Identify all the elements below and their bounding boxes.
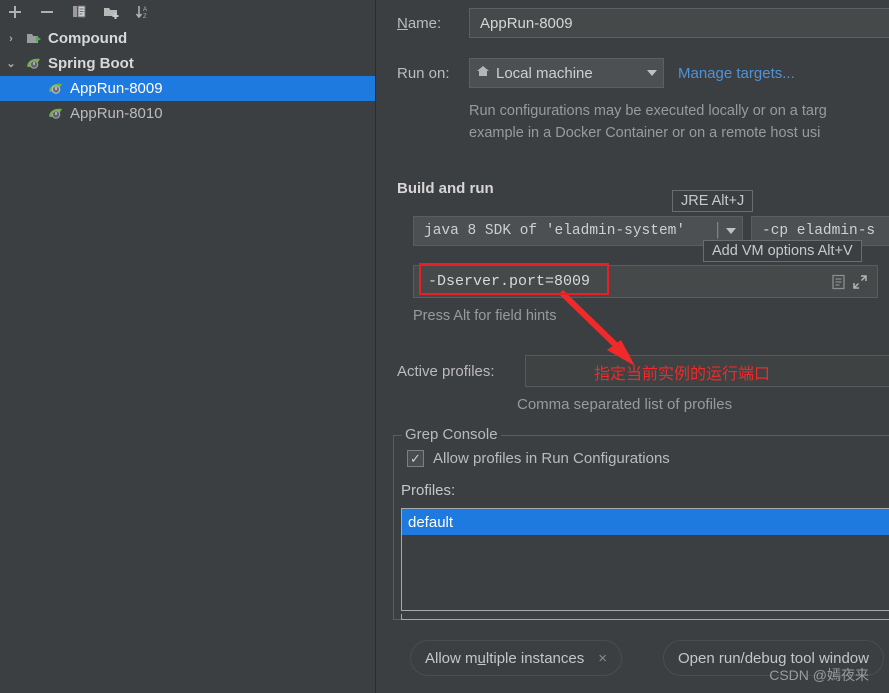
- close-icon[interactable]: ×: [598, 650, 607, 667]
- tooltip-jre: JRE Alt+J: [672, 190, 754, 212]
- home-icon: [476, 64, 490, 82]
- macro-list-icon[interactable]: [827, 271, 849, 293]
- build-and-run-heading: Build and run: [397, 180, 494, 197]
- spring-boot-run-icon: [44, 80, 70, 97]
- configurations-tree[interactable]: › Compound ⌄ Spring Boot AppRun-8009 App…: [0, 24, 375, 126]
- annotation-note-text: 指定当前实例的运行端口: [594, 366, 771, 383]
- tree-item-label: Compound: [48, 30, 128, 47]
- grep-profiles-list[interactable]: default: [401, 508, 889, 611]
- allow-multiple-instances-chip[interactable]: Allow multiple instances ×: [410, 640, 623, 676]
- open-tool-window-label: Open run/debug tool window: [678, 649, 869, 667]
- svg-text:Z: Z: [143, 14, 147, 20]
- target-description-line-1: Run configurations may be executed local…: [469, 103, 827, 119]
- tree-item-spring-boot[interactable]: ⌄ Spring Boot: [0, 51, 375, 76]
- active-profiles-hint: Comma separated list of profiles: [517, 396, 733, 413]
- expand-icon[interactable]: [849, 271, 871, 293]
- svg-text:A: A: [143, 7, 147, 13]
- compound-folder-icon: [22, 31, 48, 47]
- active-profiles-label: Active profiles:: [397, 362, 495, 380]
- grep-console-legend: Grep Console: [402, 426, 501, 443]
- tree-item-apprun-8010[interactable]: AppRun-8010: [0, 101, 375, 126]
- allow-multiple-instances-label: Allow multiple instances: [425, 650, 584, 667]
- run-target-value: Local machine: [496, 64, 593, 82]
- folder-add-icon[interactable]: [102, 3, 120, 21]
- chip-suffix: ltiple instances: [485, 649, 585, 667]
- chevron-down-icon[interactable]: [726, 228, 736, 234]
- name-input[interactable]: [469, 8, 889, 38]
- list-item[interactable]: default: [402, 509, 889, 535]
- list-item-label: default: [408, 513, 454, 531]
- panel-divider[interactable]: [375, 0, 385, 693]
- target-description-line-2: example in a Docker Container or on a re…: [469, 125, 821, 141]
- chip-prefix: Allow m: [425, 649, 478, 667]
- name-label: Name:: [397, 15, 469, 32]
- csdn-watermark: CSDN @嫣夜来: [769, 667, 869, 683]
- run-on-row: Run on: Local machine Manage targets...: [397, 58, 795, 88]
- alt-field-hint: Press Alt for field hints: [413, 308, 557, 324]
- run-debug-configurations-dialog: A Z › Compound ⌄ Spring Boot AppRun-8009…: [0, 0, 889, 693]
- allow-profiles-checkbox[interactable]: ✓: [407, 450, 424, 467]
- tree-item-apprun-8009[interactable]: AppRun-8009: [0, 76, 375, 101]
- target-description: Run configurations may be executed local…: [469, 100, 889, 144]
- tree-item-label: AppRun-8009: [70, 80, 163, 97]
- allow-profiles-label: Allow profiles in Run Configurations: [433, 450, 670, 467]
- manage-targets-link[interactable]: Manage targets...: [678, 65, 795, 82]
- name-label-rest: ame:: [407, 14, 442, 32]
- plus-icon[interactable]: [6, 3, 24, 21]
- jre-value: java 8 SDK of 'eladmin-system': [424, 223, 686, 239]
- jre-dropdown[interactable]: java 8 SDK of 'eladmin-system' │: [413, 216, 743, 246]
- run-target-dropdown[interactable]: Local machine: [469, 58, 664, 88]
- sidebar-toolbar: A Z: [0, 0, 375, 24]
- grep-profiles-label: Profiles:: [401, 482, 456, 499]
- chevron-down-icon[interactable]: ⌄: [0, 57, 22, 70]
- allow-profiles-checkbox-row[interactable]: ✓ Allow profiles in Run Configurations: [407, 450, 670, 467]
- chevron-right-icon[interactable]: ›: [0, 33, 22, 45]
- sort-alphabetical-icon[interactable]: A Z: [134, 3, 152, 21]
- tree-item-compound[interactable]: › Compound: [0, 26, 375, 51]
- spring-boot-run-icon: [44, 105, 70, 122]
- minus-icon[interactable]: [38, 3, 56, 21]
- jre-cursor: │: [713, 223, 722, 239]
- spring-boot-icon: [22, 55, 48, 72]
- copy-icon[interactable]: [70, 3, 88, 21]
- list-bottom-border: [401, 614, 889, 620]
- name-row: Name:: [397, 8, 889, 38]
- check-icon: ✓: [410, 451, 421, 466]
- run-on-label: Run on:: [397, 64, 450, 82]
- chip-mnemonic: u: [477, 649, 486, 667]
- chevron-down-icon[interactable]: [647, 70, 657, 76]
- tree-item-label: AppRun-8010: [70, 105, 163, 122]
- tooltip-add-vm-options: Add VM options Alt+V: [703, 240, 862, 262]
- name-mnemonic: N: [397, 14, 408, 32]
- classpath-value: -cp eladmin-s: [762, 223, 876, 239]
- tree-item-label: Spring Boot: [48, 55, 134, 72]
- configurations-sidebar: A Z › Compound ⌄ Spring Boot AppRun-8009…: [0, 0, 375, 693]
